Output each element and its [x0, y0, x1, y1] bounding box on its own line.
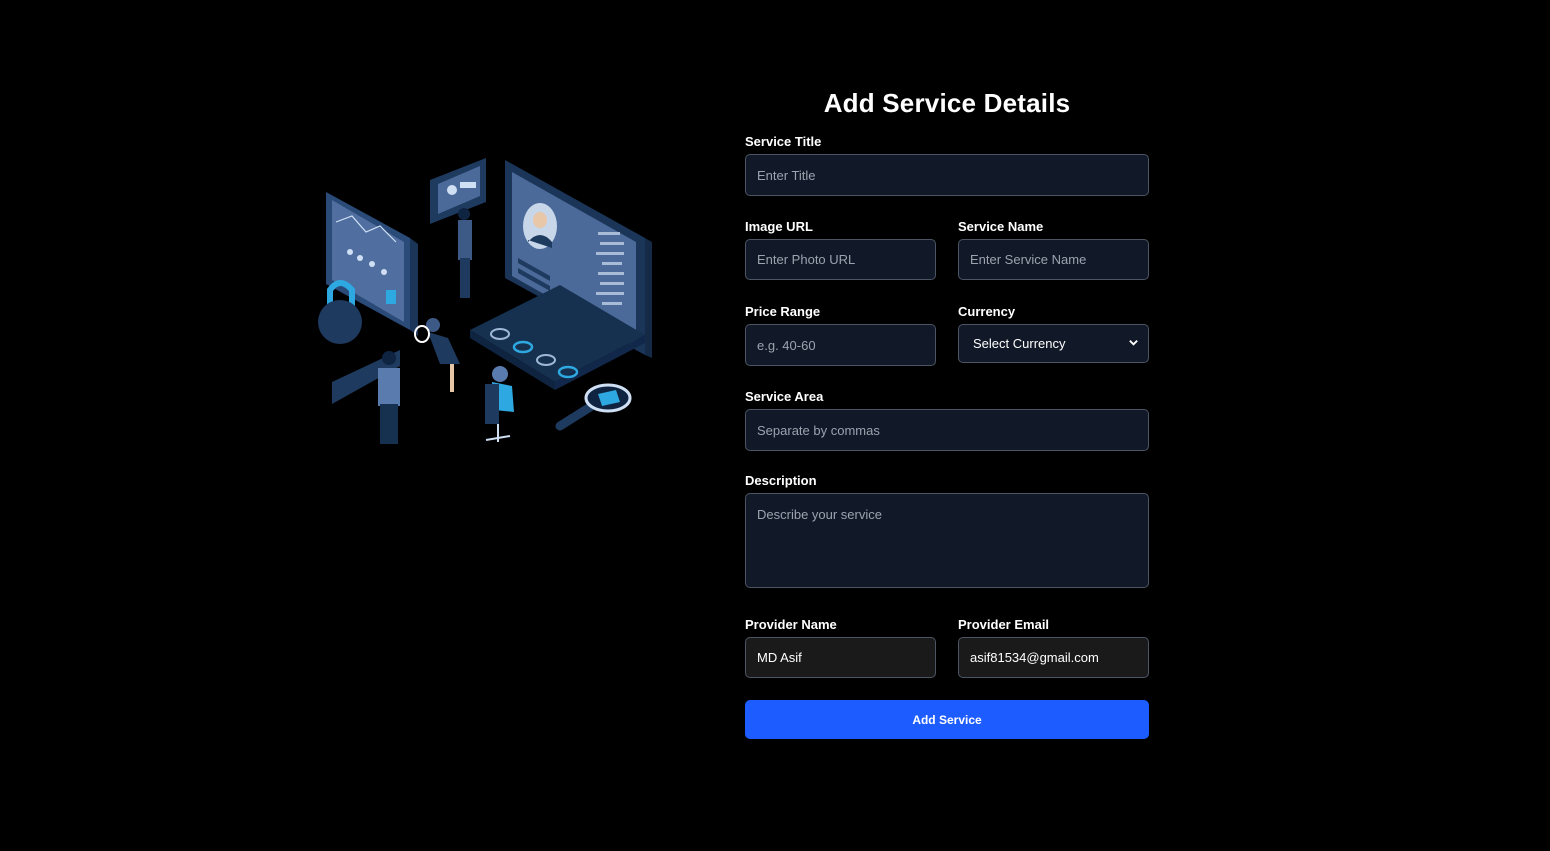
monitor-graphic [470, 160, 652, 390]
provider-name-group: Provider Name [745, 617, 936, 678]
service-name-label: Service Name [958, 219, 1044, 234]
service-name-group: Service Name [958, 219, 1149, 280]
magnifier-graphic [555, 383, 632, 431]
service-area-label: Service Area [745, 389, 824, 404]
security-dashboard-illustration [318, 158, 652, 444]
image-url-label: Image URL [745, 219, 813, 234]
service-title-input[interactable] [745, 154, 1149, 196]
service-name-input[interactable] [958, 239, 1149, 280]
currency-group: Currency Select Currency [958, 304, 1149, 363]
description-label: Description [745, 473, 817, 488]
image-url-group: Image URL [745, 219, 936, 280]
currency-select-wrapper: Select Currency [958, 324, 1149, 363]
service-title-label: Service Title [745, 134, 822, 149]
provider-name-input[interactable] [745, 637, 936, 678]
currency-select[interactable]: Select Currency [958, 324, 1149, 363]
add-service-button[interactable]: Add Service [745, 700, 1149, 739]
provider-email-input[interactable] [958, 637, 1149, 678]
description-textarea[interactable] [745, 493, 1149, 588]
provider-name-label: Provider Name [745, 617, 837, 632]
provider-email-label: Provider Email [958, 617, 1050, 632]
add-service-form: Add Service Details Service Title Image … [745, 86, 1149, 739]
page-title: Add Service Details [823, 88, 1071, 118]
service-area-group: Service Area [745, 389, 1149, 451]
currency-label: Currency [958, 304, 1016, 319]
provider-email-group: Provider Email [958, 617, 1149, 678]
price-range-input[interactable] [745, 324, 936, 366]
add-service-page: Add Service Details Service Title Image … [0, 0, 1550, 851]
description-group: Description [745, 473, 1149, 588]
image-url-input[interactable] [745, 239, 936, 280]
login-panel-graphic [430, 158, 486, 224]
price-range-label: Price Range [745, 304, 821, 319]
price-range-group: Price Range [745, 304, 936, 366]
service-area-input[interactable] [745, 409, 1149, 451]
service-title-group: Service Title [745, 134, 1149, 196]
